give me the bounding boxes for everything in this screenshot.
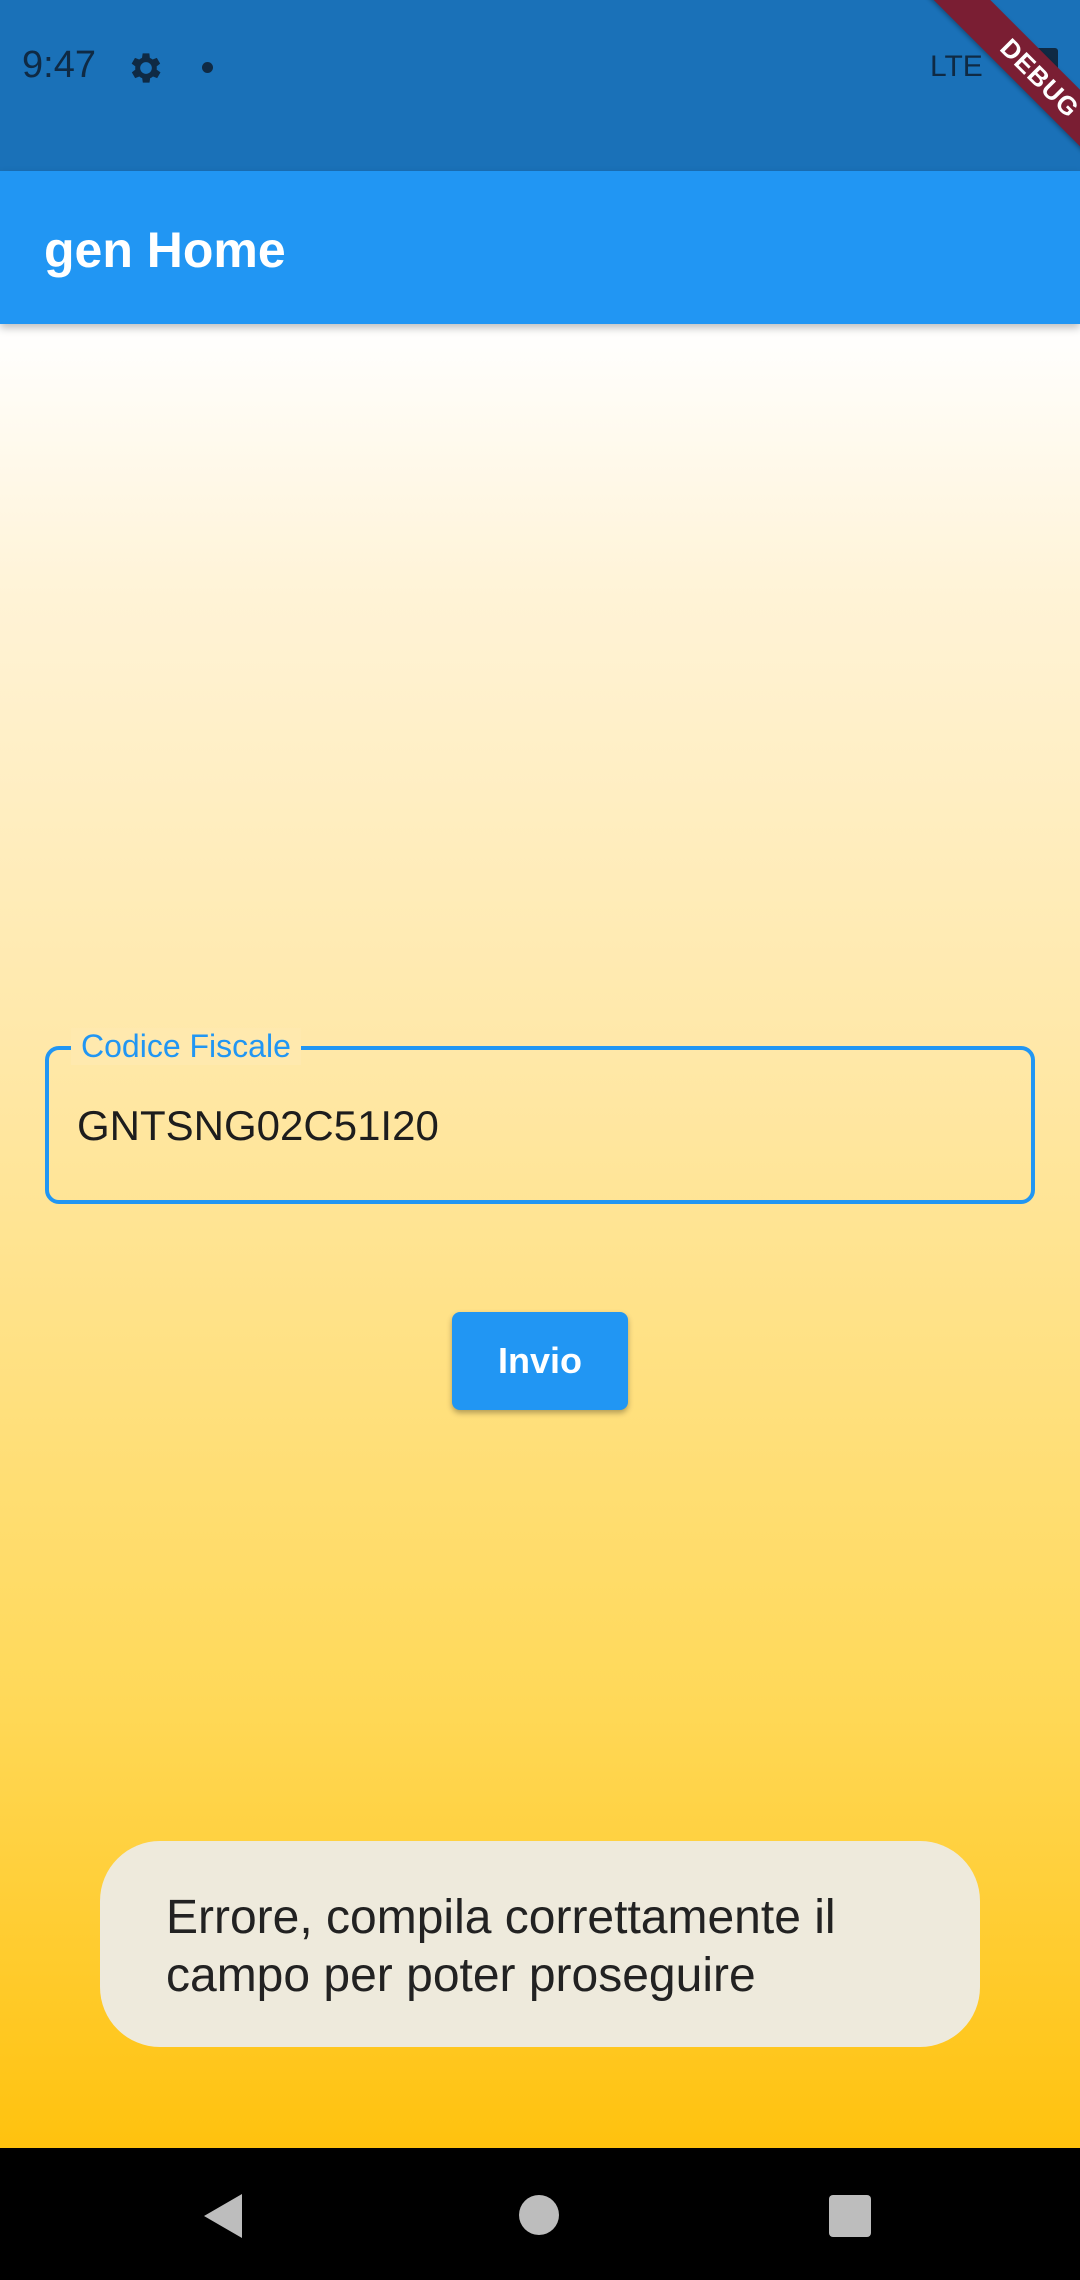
page-title: gen Home xyxy=(44,222,286,278)
main-content: Codice Fiscale GNTSNG02C51I20 Invio Erro… xyxy=(0,324,1080,2148)
back-icon[interactable] xyxy=(202,2192,246,2240)
gear-icon xyxy=(131,53,161,83)
status-time: 9:47 xyxy=(22,44,96,86)
error-snackbar: Errore, compila correttamente il campo p… xyxy=(100,1841,980,2047)
app-bar: gen Home xyxy=(0,171,1080,324)
field-value[interactable]: GNTSNG02C51I20 xyxy=(77,1102,439,1150)
status-bar: 9:47 LTE xyxy=(0,0,1080,171)
field-label: Codice Fiscale xyxy=(71,1028,301,1065)
snackbar-message-line1: Errore, compila correttamente il xyxy=(166,1891,836,1944)
recent-apps-icon[interactable] xyxy=(829,2195,871,2237)
network-type: LTE xyxy=(930,50,983,83)
home-icon[interactable] xyxy=(519,2195,559,2235)
notification-dot-icon xyxy=(202,62,213,73)
navigation-bar xyxy=(0,2148,1080,2280)
submit-button[interactable]: Invio xyxy=(452,1312,628,1410)
codice-fiscale-field[interactable]: Codice Fiscale GNTSNG02C51I20 xyxy=(45,1028,1035,1204)
snackbar-message-line2: campo per poter proseguire xyxy=(166,1949,756,2002)
